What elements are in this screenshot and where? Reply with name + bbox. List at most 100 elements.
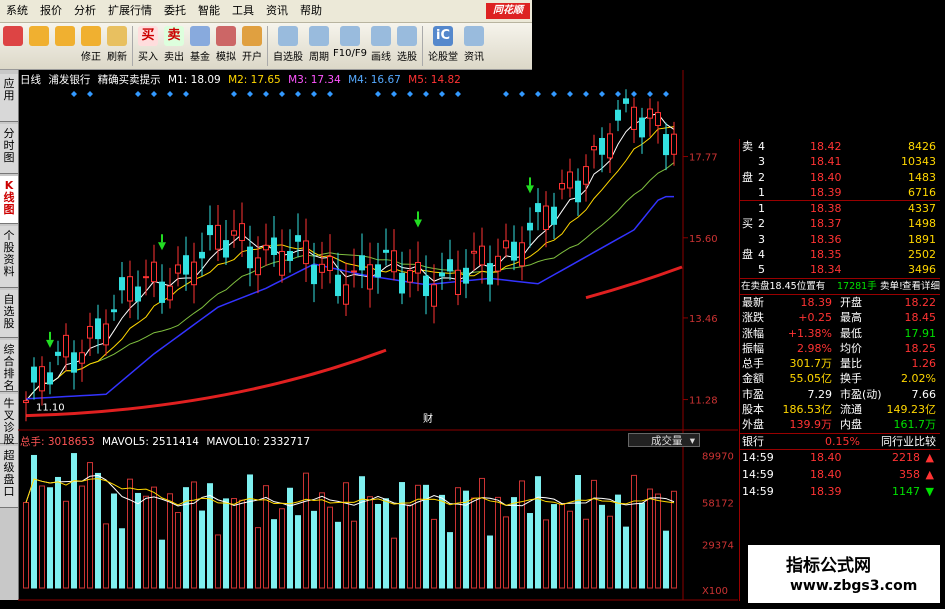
signal-diamond	[535, 91, 541, 97]
toolbar-button-12[interactable]: F10/F9	[332, 23, 368, 69]
left-tab-4[interactable]: 自选股	[0, 290, 18, 338]
volume-bar	[271, 519, 277, 589]
menu-item-6[interactable]: 工具	[226, 0, 260, 22]
quote-label: 最高	[840, 311, 862, 325]
volume-indicator-dropdown[interactable]: 成交量 ▾	[628, 433, 700, 447]
quote-value: 161.7万	[893, 418, 937, 432]
left-tab-3[interactable]: 个股资料	[0, 226, 18, 288]
candle-body	[359, 255, 365, 271]
toolbar-button-1[interactable]	[26, 23, 52, 69]
toolbar-button-15[interactable]: iC 论股堂	[425, 23, 461, 69]
toolbar-button-2[interactable]	[52, 23, 78, 69]
toolbar-button-0[interactable]	[0, 23, 26, 69]
left-tab-7[interactable]: 超级盘口	[0, 446, 18, 508]
sell-icon: 卖	[164, 26, 184, 46]
left-tab-6[interactable]: 牛叉诊股	[0, 394, 18, 446]
volume-bar	[215, 534, 221, 589]
toolbar-button-5[interactable]: 买买入	[135, 23, 161, 69]
candle-body	[623, 98, 629, 104]
candle-body	[335, 274, 341, 297]
volume-bar	[39, 485, 45, 589]
menu-item-5[interactable]: 智能	[192, 0, 226, 22]
menu-item-8[interactable]: 帮助	[294, 0, 328, 22]
book-volume: 1891	[908, 232, 936, 246]
quote-label: 股本	[742, 403, 764, 417]
toolbar-button-label: 修正	[81, 52, 101, 63]
alert-detail-link[interactable]: 查看详细	[902, 279, 940, 294]
menu-item-2[interactable]: 分析	[68, 0, 102, 22]
candle-body	[567, 171, 573, 189]
signal-diamond	[663, 91, 669, 97]
candle-body	[311, 264, 317, 285]
book-level-number: 5	[758, 263, 765, 277]
buy-signal-arrow	[158, 242, 166, 251]
price-axis-label: 11.28	[689, 396, 718, 407]
candle-body	[487, 263, 493, 285]
f10-icon	[340, 26, 360, 46]
alert-volume: 17281手	[837, 280, 877, 292]
toolbar-button-10[interactable]: 自选股	[270, 23, 306, 69]
kline-chart-area[interactable]: 17.77 15.60 13.46 11.28 89970 58172 29374 X100 1…	[18, 70, 738, 602]
signal-diamond	[423, 91, 429, 97]
app-logo: 同花顺	[486, 3, 530, 19]
quote-value: 2.02%	[901, 372, 936, 386]
toolbar-button-7[interactable]: 基金	[187, 23, 213, 69]
candle-body	[47, 372, 53, 385]
quote-label: 均价	[840, 341, 862, 355]
candle-body	[471, 250, 477, 254]
volume-bar	[567, 510, 573, 589]
toolbar-button-3[interactable]: 修正	[78, 23, 104, 69]
candle-body	[239, 223, 245, 242]
toolbar-button-4[interactable]: 刷新	[104, 23, 130, 69]
toolbar-button-6[interactable]: 卖卖出	[161, 23, 187, 69]
book-price: 18.39	[810, 185, 842, 199]
back-arrow-icon	[29, 26, 49, 46]
volume-bar	[255, 527, 261, 589]
menu-item-7[interactable]: 资讯	[260, 0, 294, 22]
volume-bar	[191, 481, 197, 589]
signal-diamond	[279, 91, 285, 97]
tick-volume: 2218	[892, 450, 920, 464]
menu-item-1[interactable]: 报价	[34, 0, 68, 22]
left-tab-1[interactable]: 分时图	[0, 124, 18, 174]
menu-item-0[interactable]: 系统	[0, 0, 34, 22]
buy-signal-arrow	[414, 219, 422, 228]
toolbar-button-13[interactable]: 画线	[368, 23, 394, 69]
volume-bar	[447, 532, 453, 589]
toolbar-button-8[interactable]: 模拟	[213, 23, 239, 69]
volume-bar	[543, 519, 549, 589]
candle-body	[519, 242, 525, 267]
quote-value: 186.53亿	[782, 403, 833, 417]
toolbar-button-16[interactable]: 资讯	[461, 23, 487, 69]
left-tab-0[interactable]: 应用	[0, 74, 18, 122]
industry-compare-button[interactable]: 同行业比较	[881, 434, 936, 449]
candle-body	[247, 246, 253, 269]
volume-bar	[151, 486, 157, 589]
volume-bar	[231, 498, 237, 589]
toolbar-button-14[interactable]: 选股	[394, 23, 420, 69]
volume-bar	[407, 504, 413, 589]
left-tab-5[interactable]: 综合排名	[0, 340, 18, 392]
toolbar-button-9[interactable]: 开户	[239, 23, 265, 69]
menu-item-4[interactable]: 委托	[158, 0, 192, 22]
volume-bar	[295, 515, 301, 589]
signal-diamond	[311, 91, 317, 97]
candle-body	[207, 225, 213, 236]
quote-value: 18.25	[904, 341, 937, 355]
quote-row: 金额 55.05亿 换手 2.02%	[740, 371, 940, 386]
volume-bar	[559, 503, 565, 589]
menu-item-3[interactable]: 扩展行情	[102, 0, 158, 22]
candle-body	[119, 277, 125, 291]
left-tab-2[interactable]: K线图	[0, 176, 18, 224]
candle-body	[583, 166, 589, 185]
news-icon	[464, 26, 484, 46]
toolbar-button-11[interactable]: 周期	[306, 23, 332, 69]
book-side-label: 盘	[742, 248, 753, 262]
signal-diamond	[647, 91, 653, 97]
lock-icon	[242, 26, 262, 46]
volume-bar	[655, 493, 661, 589]
book-price: 18.35	[810, 248, 842, 262]
candle-body	[231, 230, 237, 236]
volume-axis-label: 58172	[702, 498, 734, 509]
toolbar-separator	[267, 26, 268, 66]
